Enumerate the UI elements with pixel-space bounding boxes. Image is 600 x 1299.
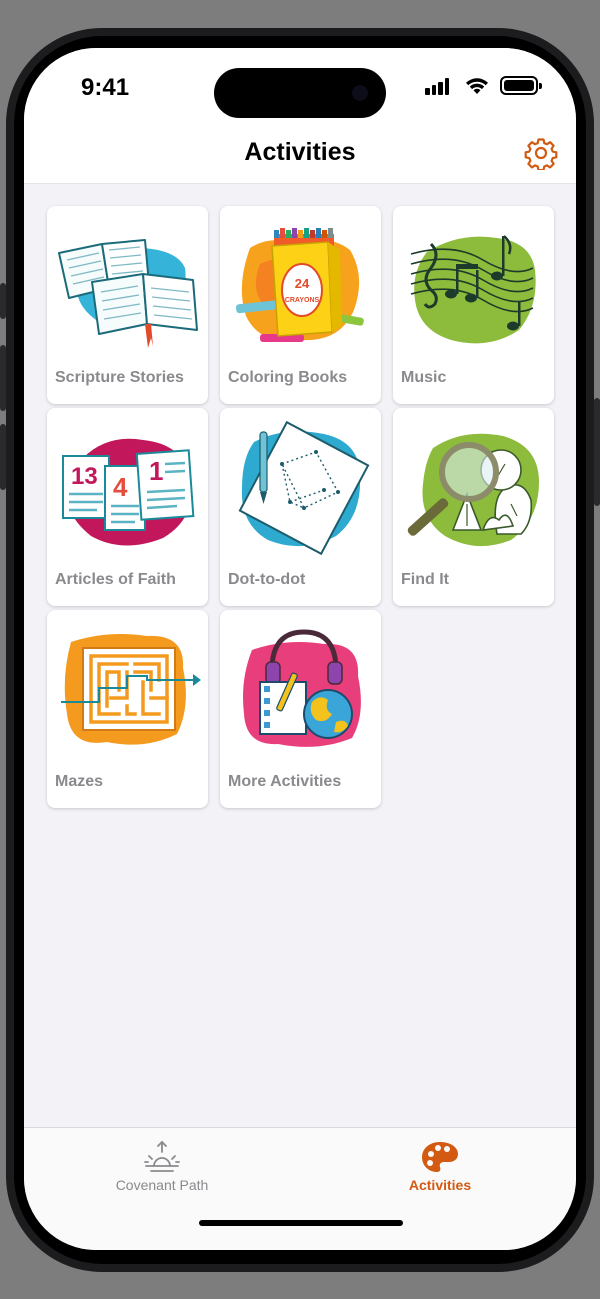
activity-label: Articles of Faith — [55, 571, 176, 588]
tab-covenant-path[interactable]: Covenant Path — [72, 1140, 252, 1196]
activity-tile-scripture-stories[interactable]: Scripture Stories — [47, 206, 208, 404]
camera-icon — [352, 85, 368, 101]
page-title: Activities — [244, 138, 356, 166]
tab-label: Covenant Path — [115, 1177, 209, 1193]
music-notes-icon — [410, 235, 536, 344]
action-button — [0, 424, 6, 490]
activity-tile-more-activities[interactable]: More Activities — [220, 610, 381, 808]
battery-icon — [500, 76, 542, 95]
activity-tile-dot-to-dot[interactable]: Dot-to-dot — [220, 408, 381, 606]
page-number-4: 4 — [113, 472, 128, 502]
open-books-icon — [58, 239, 198, 348]
gear-icon[interactable] — [524, 136, 558, 170]
tab-label: Activities — [408, 1177, 472, 1193]
activity-label: Mazes — [55, 773, 104, 790]
crayon-word-text: CRAYONS — [285, 297, 320, 304]
maze-icon — [61, 634, 201, 745]
volume-up-button — [0, 283, 6, 319]
activity-label: Dot-to-dot — [228, 571, 306, 588]
palette-icon — [422, 1142, 458, 1172]
power-button — [594, 398, 600, 506]
page-number-13: 13 — [71, 463, 98, 490]
dynamic-island — [214, 68, 386, 118]
home-indicator[interactable] — [199, 1220, 403, 1226]
screen: 9:41 Activities Scripture Stories 24 CRA… — [24, 48, 576, 1250]
magnifying-glass-icon — [407, 433, 539, 547]
activity-tile-find-it[interactable]: Find It — [393, 408, 554, 606]
crayon-box-icon: 24 CRAYONS — [236, 228, 364, 342]
activity-label: Music — [401, 369, 447, 386]
headphones-globe-icon — [243, 629, 361, 747]
activity-label: Scripture Stories — [55, 369, 184, 386]
tab-bar: Covenant Path Activities — [24, 1127, 576, 1250]
wifi-icon — [466, 78, 488, 94]
activity-label: Coloring Books — [228, 369, 348, 386]
activity-tile-mazes[interactable]: Mazes — [47, 610, 208, 808]
navigation-bar: Activities — [24, 128, 576, 184]
sunrise-icon — [144, 1140, 180, 1172]
status-bar: 9:41 — [24, 48, 576, 128]
status-time: 9:41 — [81, 74, 130, 101]
numbered-pages-icon: 13 4 1 — [62, 438, 195, 546]
volume-down-button — [0, 345, 6, 411]
activity-tile-coloring-books[interactable]: 24 CRAYONS Coloring Books — [220, 206, 381, 404]
tab-activities[interactable]: Activities — [350, 1140, 530, 1196]
activity-label: Find It — [401, 571, 449, 588]
page-number-1: 1 — [149, 456, 163, 486]
crayon-count-text: 24 — [295, 276, 310, 291]
dot-to-dot-page-icon — [238, 420, 370, 556]
activity-label: More Activities — [228, 773, 342, 790]
activity-tile-music[interactable]: Music — [393, 206, 554, 404]
activity-tile-articles-of-faith[interactable]: 13 4 1 Articles of Faith — [47, 408, 208, 606]
